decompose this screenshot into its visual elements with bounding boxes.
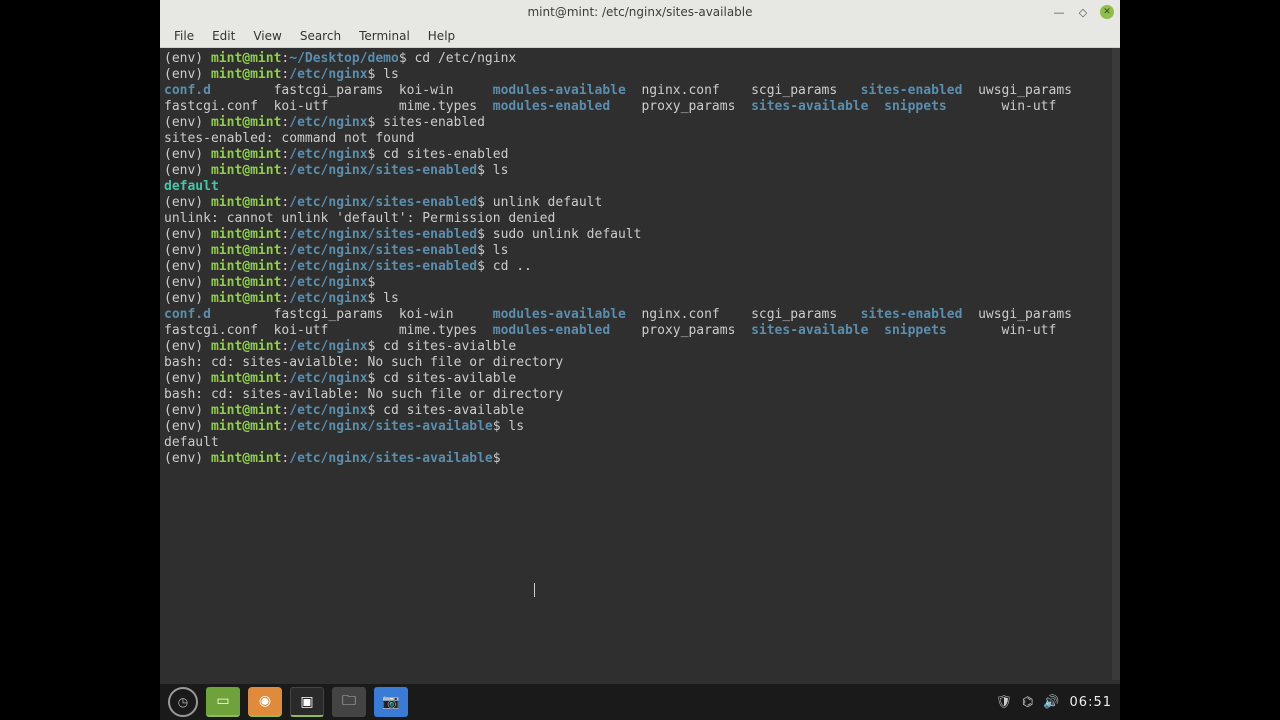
terminal-window: mint@mint: /etc/nginx/sites-available — … bbox=[160, 0, 1120, 680]
maximize-button[interactable]: ◇ bbox=[1076, 5, 1090, 19]
menu-view[interactable]: View bbox=[245, 27, 289, 45]
task-files[interactable]: ▭ bbox=[206, 687, 240, 717]
folder-open-icon: 🗀 bbox=[342, 690, 356, 714]
menubar: File Edit View Search Terminal Help bbox=[160, 24, 1120, 48]
update-icon[interactable]: 🛡 bbox=[995, 695, 1012, 710]
menu-edit[interactable]: Edit bbox=[204, 27, 243, 45]
titlebar[interactable]: mint@mint: /etc/nginx/sites-available — … bbox=[160, 0, 1120, 24]
task-firefox[interactable]: ◉ bbox=[248, 687, 282, 717]
terminal-body[interactable]: (env) mint@mint:~/Desktop/demo$ cd /etc/… bbox=[160, 48, 1120, 680]
clock[interactable]: 06:51 bbox=[1070, 695, 1112, 710]
window-title: mint@mint: /etc/nginx/sites-available bbox=[527, 5, 752, 19]
close-button[interactable]: ✕ bbox=[1100, 5, 1114, 19]
volume-icon[interactable]: 🔊 bbox=[1043, 695, 1059, 710]
task-terminal[interactable]: ▣ bbox=[290, 687, 324, 717]
menu-help[interactable]: Help bbox=[420, 27, 463, 45]
task-screenshot[interactable]: 📷 bbox=[374, 687, 408, 717]
task-folder[interactable]: 🗀 bbox=[332, 687, 366, 717]
system-tray: 🛡 ⌬ 🔊 06:51 bbox=[995, 695, 1112, 710]
mint-logo-icon: ◷ bbox=[178, 695, 188, 709]
terminal-output: (env) mint@mint:~/Desktop/demo$ cd /etc/… bbox=[164, 51, 1116, 467]
menu-launcher[interactable]: ◷ bbox=[168, 687, 198, 717]
menu-search[interactable]: Search bbox=[292, 27, 349, 45]
taskbar: ◷ ▭ ◉ ▣ 🗀 📷 🛡 ⌬ 🔊 06:51 bbox=[160, 684, 1120, 720]
menu-terminal[interactable]: Terminal bbox=[351, 27, 418, 45]
menu-file[interactable]: File bbox=[166, 27, 202, 45]
network-icon[interactable]: ⌬ bbox=[1022, 695, 1033, 710]
folder-icon: ▭ bbox=[216, 693, 229, 709]
camera-icon: 📷 bbox=[382, 694, 399, 710]
minimize-button[interactable]: — bbox=[1052, 5, 1066, 19]
text-cursor-icon bbox=[534, 583, 535, 597]
scrollbar[interactable] bbox=[1112, 48, 1120, 680]
terminal-icon: ▣ bbox=[300, 694, 313, 710]
firefox-icon: ◉ bbox=[259, 693, 271, 709]
